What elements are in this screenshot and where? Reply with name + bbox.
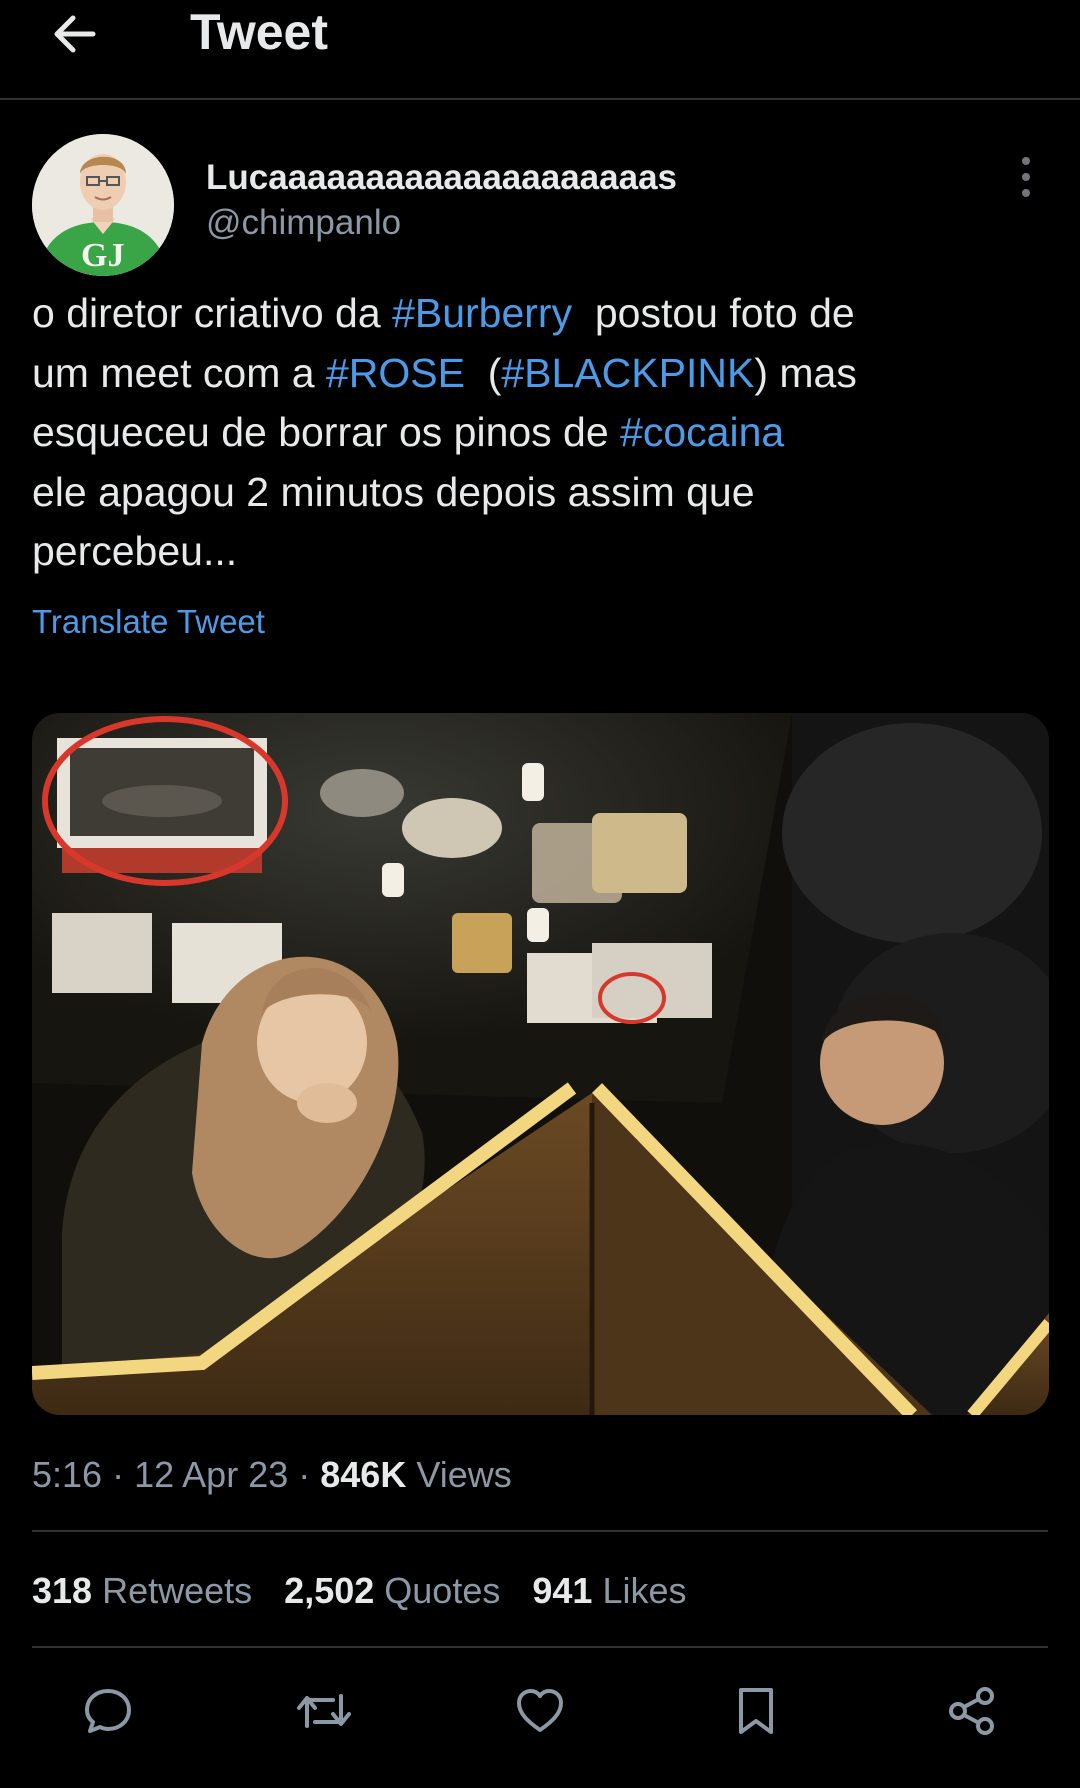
separator: · (298, 1454, 311, 1495)
retweet-button[interactable] (289, 1676, 359, 1746)
likes-count: 941 (532, 1570, 593, 1611)
more-options-button[interactable] (1006, 152, 1046, 202)
retweets-count: 318 (32, 1570, 93, 1611)
reply-icon (85, 1689, 131, 1733)
views-count: 846K (320, 1454, 407, 1495)
hashtag-link[interactable]: #cocaina (620, 409, 784, 455)
tweet-text-segment: ) mas (754, 349, 857, 396)
quotes-label: Quotes (384, 1570, 501, 1611)
bookmark-icon (739, 1688, 773, 1734)
likes-stat[interactable]: 941 Likes (532, 1570, 686, 1611)
hashtag-link[interactable]: #Burberry (392, 290, 572, 336)
arrow-left-icon (54, 15, 96, 53)
divider (32, 1530, 1048, 1532)
tweet-meta: 5:16 · 12 Apr 23 · 846K Views (32, 1452, 512, 1498)
tweet-text-line: esqueceu de borrar os pinos de #cocaina (32, 403, 1042, 463)
bookmark-button[interactable] (721, 1676, 791, 1746)
photo-image (32, 713, 1049, 1415)
retweets-stat[interactable]: 318 Retweets (32, 1570, 252, 1611)
hashtag-link[interactable]: #BLACKPINK (501, 350, 754, 396)
share-button[interactable] (937, 1676, 1007, 1746)
tweet-text-line: um meet com a #ROSE (#BLACKPINK) mas (32, 344, 1042, 404)
tweet-text-segment: postou foto de (572, 290, 855, 336)
hashtag-link[interactable]: #ROSE (326, 350, 465, 396)
translate-tweet-link[interactable]: Translate Tweet (32, 600, 265, 644)
views-label: Views (416, 1454, 512, 1495)
back-button[interactable] (44, 4, 104, 64)
tweet-text-line: o diretor criativo da #Burberry postou f… (32, 284, 1042, 344)
action-bar (0, 1676, 1080, 1746)
tweet-text-line: ele apagou 2 minutos depois assim que (32, 463, 1042, 523)
quotes-count: 2,502 (284, 1570, 375, 1611)
user-handle[interactable]: @chimpanlo (206, 201, 401, 245)
share-icon (949, 1687, 994, 1735)
retweet-icon (297, 1694, 351, 1728)
avatar-shirt-text: GJ (81, 237, 124, 274)
retweets-label: Retweets (102, 1570, 253, 1611)
tweet-text-segment: ( (464, 349, 502, 396)
more-vertical-icon (1022, 157, 1030, 165)
page-title: Tweet (190, 4, 328, 60)
tweet-photo[interactable] (32, 713, 1049, 1415)
tweet-text-segment: ele apagou 2 minutos depois assim que (32, 468, 755, 515)
tweet-time: 5:16 (32, 1454, 103, 1495)
tweet-stats: 318 Retweets 2,502 Quotes 941 Likes (32, 1568, 687, 1614)
tweet-text-line: percebeu... (32, 522, 1042, 582)
display-name[interactable]: Lucaaaaaaaaaaaaaaaaaaaas (206, 156, 677, 200)
tweet-text: o diretor criativo da #Burberry postou f… (32, 284, 1042, 582)
avatar-photo: GJ (32, 134, 174, 276)
top-bar: Tweet (0, 0, 1080, 100)
likes-label: Likes (602, 1570, 687, 1611)
tweet-text-segment: percebeu... (32, 528, 238, 574)
divider (32, 1646, 1048, 1648)
tweet-date: 12 Apr 23 (134, 1454, 289, 1495)
heart-icon (517, 1689, 563, 1732)
tweet-text-segment: o diretor criativo da (32, 290, 393, 336)
like-button[interactable] (505, 1676, 575, 1746)
tweet-text-segment: esqueceu de borrar os pinos de (32, 409, 621, 455)
tweet-text-segment: um meet com a (32, 349, 326, 396)
reply-button[interactable] (73, 1676, 143, 1746)
separator: · (112, 1454, 125, 1495)
avatar[interactable]: GJ (32, 134, 174, 276)
quotes-stat[interactable]: 2,502 Quotes (284, 1570, 500, 1611)
